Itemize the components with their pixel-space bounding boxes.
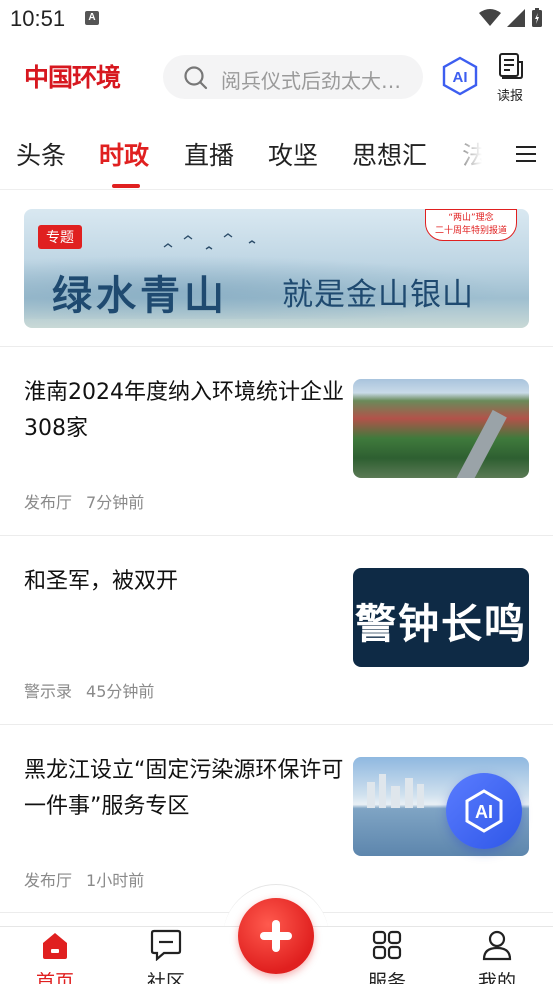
plus-icon-vertical (272, 920, 280, 952)
search-placeholder: 阅兵仪式后劲太大… (221, 69, 401, 93)
news-item[interactable]: 和圣军，被双开 警示录 45分钟前 警钟长鸣 (0, 536, 553, 724)
status-bar: 10:51 A (0, 0, 553, 38)
app-header: 中国环境 阅兵仪式后劲太大… AI 读报 (0, 46, 553, 110)
tab-thoughts[interactable]: 思想汇 (352, 136, 427, 172)
nav-services[interactable]: 服务 (352, 929, 422, 984)
ai-assistant-button[interactable]: AI (440, 56, 480, 96)
nav-community[interactable]: 社区 (131, 929, 201, 984)
news-thumbnail[interactable]: 警钟长鸣 (353, 568, 529, 667)
news-headline[interactable]: 和圣军，被双开 (24, 564, 344, 600)
news-time: 1小时前 (86, 871, 145, 890)
nav-home-label: 首页 (35, 971, 74, 984)
feature-banner[interactable]: 专题 绿水青山 就是金山银山 “两山”理念 二十周年特别报道 (24, 209, 529, 328)
tab-fade (440, 122, 500, 188)
thumb-text: 警钟长鸣 (355, 600, 527, 648)
thumb-building (391, 786, 400, 808)
nav-community-label: 社区 (146, 971, 185, 984)
badge-line-1: “两山”理念 (448, 213, 494, 223)
banner-title-main: 绿水青山 (52, 272, 228, 319)
tab-politics[interactable]: 时政 (99, 136, 149, 172)
thumb-building (367, 782, 375, 808)
user-icon (482, 930, 512, 961)
channel-menu-icon[interactable] (516, 146, 536, 167)
app-logo[interactable]: 中国环境 (24, 58, 121, 94)
banner-anniversary-badge: “两山”理念 二十周年特别报道 (425, 209, 517, 241)
notification-a-icon: A (85, 11, 99, 25)
news-source: 发布厅 (24, 493, 73, 512)
status-time: 10:51 (10, 6, 66, 31)
active-tab-indicator (112, 184, 140, 188)
news-time: 7分钟前 (86, 493, 145, 512)
thumb-building (417, 784, 424, 808)
thumb-building (379, 774, 386, 808)
news-meta: 发布厅 7分钟前 (24, 489, 144, 513)
floating-ai-button[interactable]: AI (446, 773, 522, 849)
newspaper-icon (499, 53, 523, 79)
news-headline[interactable]: 黑龙江设立“固定污染源环保许可一件事”服务专区 (24, 753, 344, 825)
tab-live[interactable]: 直播 (184, 136, 234, 172)
nav-profile-label: 我的 (477, 971, 516, 984)
banner-title-sub: 就是金山银山 (282, 277, 474, 313)
channel-tabs: 头条 时政 直播 攻坚 思想汇 法 (0, 122, 553, 190)
search-bar[interactable]: 阅兵仪式后劲太大… (163, 55, 423, 99)
thumb-road (455, 409, 507, 478)
news-source: 发布厅 (24, 871, 73, 890)
news-source: 警示录 (24, 682, 73, 701)
floating-ai-text: AI (475, 802, 493, 822)
birds-icon (163, 233, 256, 250)
signal-icon (507, 9, 525, 27)
ai-hexagon-icon: AI (442, 56, 478, 96)
nav-profile[interactable]: 我的 (462, 929, 532, 984)
battery-icon (532, 8, 542, 27)
thumb-building (405, 778, 413, 808)
nav-services-label: 服务 (367, 971, 406, 984)
ai-button-text: AI (453, 69, 468, 86)
nav-home[interactable]: 首页 (20, 929, 90, 984)
banner-tag: 专题 (38, 225, 82, 249)
home-icon (43, 933, 67, 959)
chat-icon (150, 929, 182, 962)
read-label: 读报 (496, 89, 523, 104)
tab-headline[interactable]: 头条 (16, 136, 66, 172)
status-icons (479, 8, 543, 28)
badge-line-2: 二十周年特别报道 (434, 226, 507, 236)
news-thumbnail[interactable] (353, 379, 529, 478)
grid-icon (372, 930, 402, 960)
read-newspaper-button[interactable]: 读报 (490, 52, 530, 104)
news-headline[interactable]: 淮南2024年度纳入环境统计企业308家 (24, 375, 344, 447)
news-meta: 发布厅 1小时前 (24, 867, 144, 891)
ai-hexagon-icon: AI (465, 789, 503, 833)
news-item[interactable]: 淮南2024年度纳入环境统计企业308家 发布厅 7分钟前 (0, 347, 553, 535)
news-meta: 警示录 45分钟前 (24, 678, 154, 702)
search-icon (184, 66, 208, 90)
wifi-icon (479, 9, 501, 26)
news-time: 45分钟前 (86, 682, 155, 701)
tab-tackle[interactable]: 攻坚 (268, 136, 318, 172)
publish-plus-button[interactable] (238, 898, 314, 974)
